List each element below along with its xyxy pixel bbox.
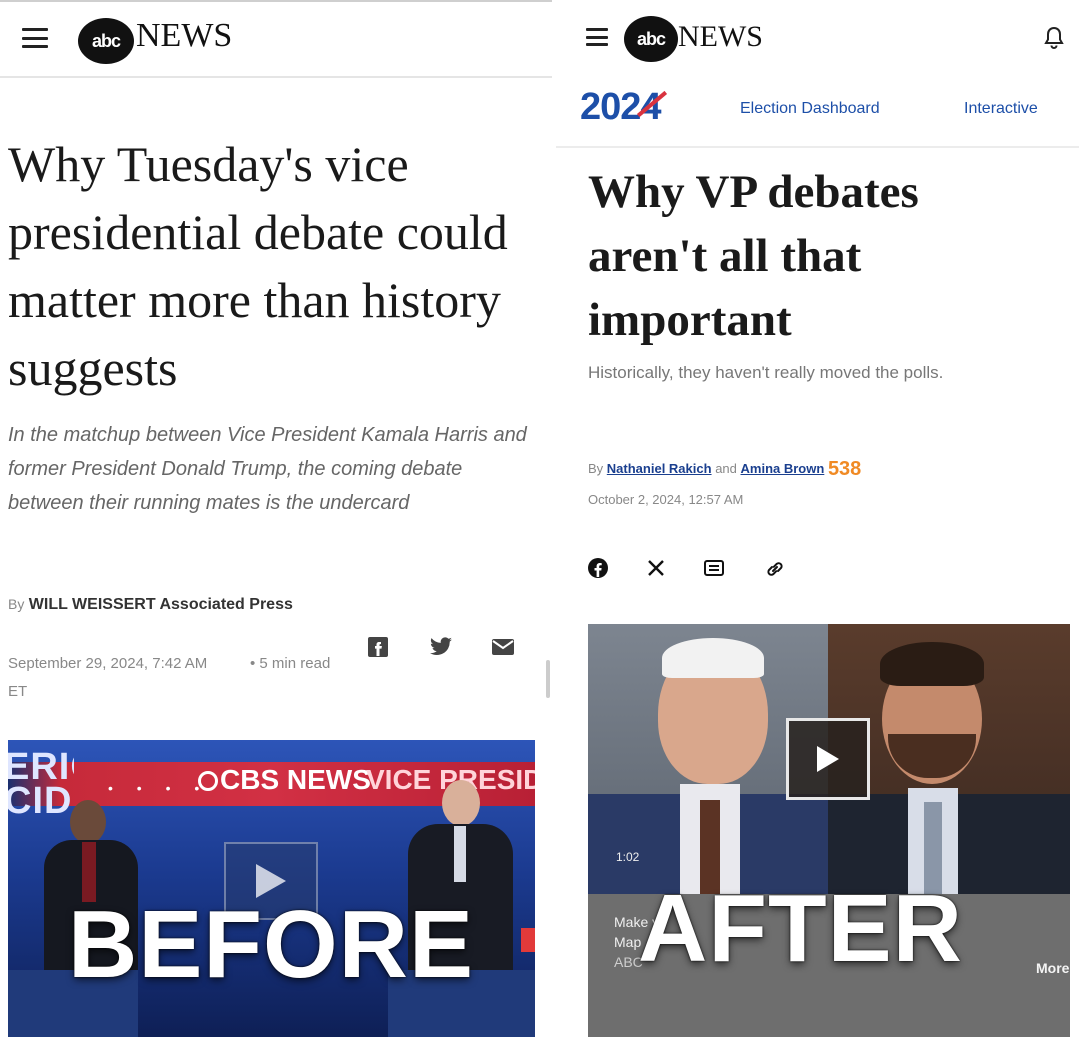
election-subnav: 2024 Election Dashboard Interactive (556, 78, 1079, 148)
left-video-thumbnail[interactable]: ERICA CID CBS NEWS VICE PRESIDENT • • • … (8, 740, 535, 1037)
email-icon[interactable] (490, 637, 516, 657)
left-scrollbar[interactable] (546, 660, 550, 698)
video-duration: 1:02 (616, 850, 640, 864)
left-date: September 29, 2024, 7:42 AM ET (8, 655, 208, 700)
bell-icon[interactable] (1043, 26, 1065, 50)
right-news-wordmark[interactable]: NEWS (678, 20, 763, 54)
left-byline-prefix: By (8, 596, 25, 612)
red-accent-bar (521, 928, 535, 952)
video-more-link[interactable]: More (1036, 960, 1069, 976)
right-date: October 2, 2024, 12:57 AM (588, 492, 744, 507)
left-news-wordmark[interactable]: NEWS (136, 17, 232, 55)
play-icon (817, 746, 839, 772)
left-read-time: • 5 min read (250, 655, 331, 672)
right-top-bar: abc NEWS (556, 0, 1079, 78)
before-label: BEFORE (68, 891, 475, 998)
left-headline: Why Tuesday's vice presidential debate c… (8, 136, 508, 396)
right-byline: By Nathaniel Rakich and Amina Brown 538 (588, 458, 862, 480)
left-banner-brand: CBS NEWS (198, 764, 371, 796)
facebook-icon[interactable] (366, 635, 390, 659)
before-article-panel: abc NEWS Why Tuesday's vice presidential… (0, 0, 552, 1037)
nav-interactive[interactable]: Interactive (964, 100, 1038, 118)
after-article-panel: abc NEWS 2024 Election Dashboard Interac… (556, 0, 1079, 1037)
right-headline: Why VP debates aren't all that important (588, 166, 919, 346)
facebook-icon[interactable] (586, 556, 610, 580)
link-icon[interactable] (762, 556, 788, 582)
left-menu-icon[interactable] (22, 28, 48, 48)
nav-election-dashboard[interactable]: Election Dashboard (740, 100, 880, 118)
author-amina-brown[interactable]: Amina Brown (741, 461, 825, 476)
left-byline: By WILL WEISSERT Associated Press (8, 588, 338, 621)
right-menu-icon[interactable] (586, 28, 608, 46)
left-abc-logo[interactable]: abc (78, 18, 134, 64)
right-dek: Historically, they haven't really moved … (588, 363, 944, 382)
author-nathaniel-rakich[interactable]: Nathaniel Rakich (607, 461, 712, 476)
left-dek: In the matchup between Vice President Ka… (8, 424, 527, 514)
left-banner-dots: • • • • (108, 780, 210, 796)
twitter-icon[interactable] (428, 635, 454, 659)
after-label: AFTER (638, 875, 963, 982)
right-abc-logo[interactable]: abc (624, 16, 678, 62)
email-icon[interactable] (702, 556, 726, 580)
left-top-bar: abc NEWS (0, 2, 552, 78)
right-video-player[interactable]: 1:02 Make y Map ABC More AFTER (588, 624, 1070, 1037)
left-byline-author[interactable]: WILL WEISSERT Associated Press (29, 596, 293, 613)
fivethirtyeight-badge[interactable]: 538 (828, 458, 861, 480)
x-icon[interactable] (644, 556, 668, 580)
right-play-button[interactable] (786, 718, 870, 800)
